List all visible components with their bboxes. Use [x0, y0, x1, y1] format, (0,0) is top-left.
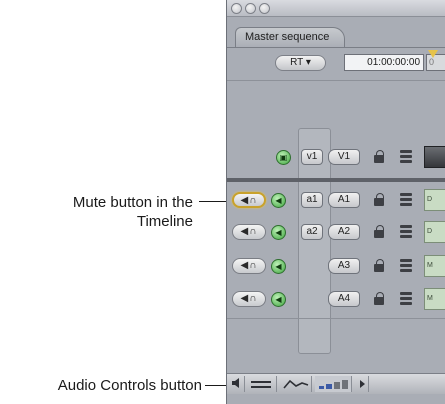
- auto-select-icon[interactable]: [400, 292, 412, 305]
- speaker-icon[interactable]: ◀: [271, 259, 286, 274]
- timeline-bottom-bar: [227, 373, 445, 394]
- video-clip[interactable]: [424, 146, 445, 168]
- mute-button-a2[interactable]: ◀∩: [232, 224, 266, 240]
- destination-control-a4[interactable]: A4: [328, 291, 360, 307]
- speaker-icon[interactable]: ◀: [271, 225, 286, 240]
- audio-track-row: ◀∩ ◀ A4 M: [227, 284, 445, 314]
- source-control-v1[interactable]: v1: [301, 149, 323, 165]
- mute-callout-line2: Timeline: [136, 213, 193, 230]
- mute-button-a4[interactable]: ◀∩: [232, 291, 266, 307]
- video-audio-splitter[interactable]: [227, 178, 445, 182]
- auto-select-icon[interactable]: [400, 259, 412, 272]
- mute-button-a3[interactable]: ◀∩: [232, 258, 266, 274]
- speaker-icon[interactable]: ◀: [271, 292, 286, 307]
- track-height-button[interactable]: [247, 376, 277, 392]
- track-size-icon: [319, 380, 348, 389]
- destination-control-a3[interactable]: A3: [328, 258, 360, 274]
- audio-controls-callout: Audio Controls button: [57, 377, 202, 394]
- audio-clip-a4[interactable]: M: [424, 288, 445, 310]
- audio-track-row: ◀∩ ◀ a1 A1 D: [227, 185, 445, 215]
- zoom-window-button[interactable]: [259, 3, 270, 14]
- source-control-a2[interactable]: a2: [301, 224, 323, 240]
- lock-icon[interactable]: [374, 193, 384, 206]
- audio-clip-a1[interactable]: D: [424, 189, 445, 211]
- header-divider: [227, 80, 445, 81]
- mute-button-a1[interactable]: ◀∩: [232, 192, 266, 208]
- audio-controls-button[interactable]: [231, 376, 245, 392]
- timecode-field[interactable]: 01:00:00:00: [344, 54, 424, 71]
- window-titlebar[interactable]: [227, 0, 445, 17]
- auto-select-icon[interactable]: [400, 225, 412, 238]
- keyframe-overlay-icon: [283, 379, 309, 389]
- tab-master-sequence[interactable]: Master sequence: [235, 27, 345, 48]
- track-area-divider: [227, 318, 445, 319]
- minimize-window-button[interactable]: [245, 3, 256, 14]
- track-height-icon: [251, 381, 271, 388]
- timeline-window: Master sequence RT ▾ 01:00:00:00 0 ▣ v1 …: [226, 0, 445, 404]
- mute-button-callout: Mute button in the Timeline: [0, 193, 193, 231]
- video-track-row: ▣ v1 V1: [227, 142, 445, 172]
- destination-control-a2[interactable]: A2: [328, 224, 360, 240]
- tab-strip-border: [227, 47, 445, 48]
- lock-icon[interactable]: [374, 259, 384, 272]
- audio-track-row: ◀∩ ◀ A3 M: [227, 251, 445, 281]
- speaker-icon: [232, 378, 239, 388]
- playhead-marker[interactable]: [428, 50, 438, 58]
- lock-icon[interactable]: [374, 292, 384, 305]
- rt-popup-button[interactable]: RT ▾: [275, 55, 326, 71]
- lock-icon[interactable]: [374, 225, 384, 238]
- chevron-right-icon: [360, 380, 365, 388]
- scroll-right-button[interactable]: [355, 376, 369, 392]
- track-size-control[interactable]: [315, 376, 352, 392]
- close-window-button[interactable]: [231, 3, 242, 14]
- destination-control-a1[interactable]: A1: [328, 192, 360, 208]
- track-visibility-toggle[interactable]: ▣: [276, 150, 291, 165]
- audio-clip-a3[interactable]: M: [424, 255, 445, 277]
- lock-icon[interactable]: [374, 150, 384, 163]
- mute-callout-line1: Mute button in the: [72, 194, 193, 211]
- destination-control-v1[interactable]: V1: [328, 149, 360, 165]
- speaker-icon[interactable]: ◀: [271, 193, 286, 208]
- auto-select-icon[interactable]: [400, 193, 412, 206]
- audio-clip-a2[interactable]: D: [424, 221, 445, 243]
- audio-track-row: ◀∩ ◀ a2 A2 D: [227, 217, 445, 247]
- clip-overlays-button[interactable]: [280, 376, 312, 392]
- source-control-a1[interactable]: a1: [301, 192, 323, 208]
- auto-select-icon[interactable]: [400, 150, 412, 163]
